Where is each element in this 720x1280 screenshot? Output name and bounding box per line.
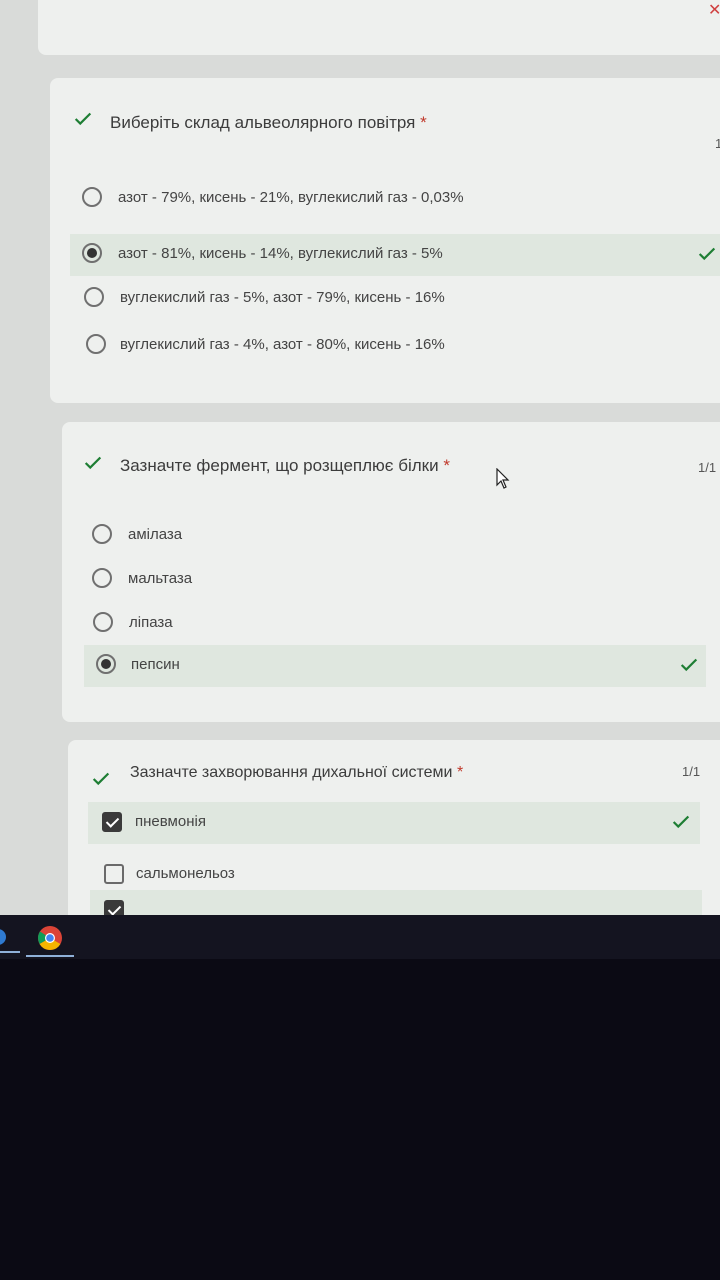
radio-button[interactable] [84, 287, 104, 307]
option-label: сальмонельоз [136, 865, 235, 882]
option-row[interactable]: амілаза [82, 515, 682, 557]
checkbox-checked[interactable] [102, 812, 122, 832]
option-row[interactable]: мальтаза [82, 559, 682, 601]
option-row[interactable]: ліпаза [83, 603, 683, 645]
radio-button[interactable] [93, 612, 113, 632]
option-label: азот - 79%, кисень - 21%, вуглекислий га… [118, 189, 464, 206]
required-mark: * [443, 456, 450, 475]
radio-button[interactable] [82, 187, 102, 207]
question-title: Зазначте фермент, що розщеплює білки * [120, 456, 450, 475]
taskbar-chrome-button[interactable] [26, 923, 74, 957]
question-card-2: Зазначте фермент, що розщеплює білки * 1… [62, 422, 720, 722]
option-row[interactable]: вуглекислий газ - 4%, азот - 80%, кисень… [74, 325, 720, 367]
option-label: пневмонія [135, 813, 206, 830]
browser-viewport: ✕ Виберіть склад альвеолярного повітря *… [0, 0, 720, 915]
correct-check-icon [82, 452, 104, 474]
radio-button-selected[interactable] [82, 243, 102, 263]
taskbar-app-button[interactable] [0, 923, 20, 953]
option-label: вуглекислий газ - 4%, азот - 80%, кисень… [120, 336, 445, 353]
radio-button[interactable] [92, 524, 112, 544]
radio-button[interactable] [86, 334, 106, 354]
option-label: вуглекислий газ - 5%, азот - 79%, кисень… [120, 289, 445, 306]
question-title: Зазначте захворювання дихальної системи … [130, 764, 464, 781]
option-label: мальтаза [128, 570, 193, 587]
option-label: амілаза [128, 526, 183, 543]
option-row[interactable]: вуглекислий газ - 5%, азот - 79%, кисень… [72, 278, 720, 320]
photo-of-screen: ✕ Виберіть склад альвеолярного повітря *… [0, 0, 720, 1280]
correct-check-icon [696, 243, 718, 265]
correct-check-icon [670, 811, 692, 833]
option-row-selected[interactable]: пневмонія [88, 802, 700, 844]
checkbox-checked[interactable] [104, 900, 124, 915]
correct-check-icon [90, 768, 112, 790]
option-row[interactable]: азот - 79%, кисень - 21%, вуглекислий га… [70, 178, 720, 220]
previous-question-card [38, 0, 720, 55]
option-row-selected[interactable]: азот - 81%, кисень - 14%, вуглекислий га… [70, 234, 720, 276]
correct-check-icon [72, 108, 94, 130]
radio-button-selected[interactable] [96, 654, 116, 674]
option-row-partial[interactable] [90, 890, 702, 915]
close-icon[interactable]: ✕ [708, 0, 720, 20]
question-card-1: Виберіть склад альвеолярного повітря * 1… [50, 78, 720, 403]
question-score: 1 [715, 136, 720, 151]
question-score: 1/1 [682, 764, 701, 779]
question-score: 1/1 [698, 460, 717, 475]
required-mark: * [420, 113, 427, 132]
option-label: пепсин [131, 656, 180, 673]
option-label: азот - 81%, кисень - 14%, вуглекислий га… [118, 245, 443, 262]
chrome-icon [38, 926, 62, 951]
question-card-3: Зазначте захворювання дихальної системи … [68, 740, 720, 915]
option-label: ліпаза [129, 614, 173, 631]
taskbar [0, 915, 720, 959]
app-icon [0, 929, 6, 945]
correct-check-icon [678, 654, 700, 676]
option-row-selected[interactable]: пепсин [84, 645, 706, 687]
radio-button[interactable] [92, 568, 112, 588]
question-title: Виберіть склад альвеолярного повітря * [110, 113, 427, 132]
checkbox[interactable] [104, 864, 124, 884]
required-mark: * [456, 764, 464, 781]
mouse-cursor-icon [496, 468, 510, 489]
